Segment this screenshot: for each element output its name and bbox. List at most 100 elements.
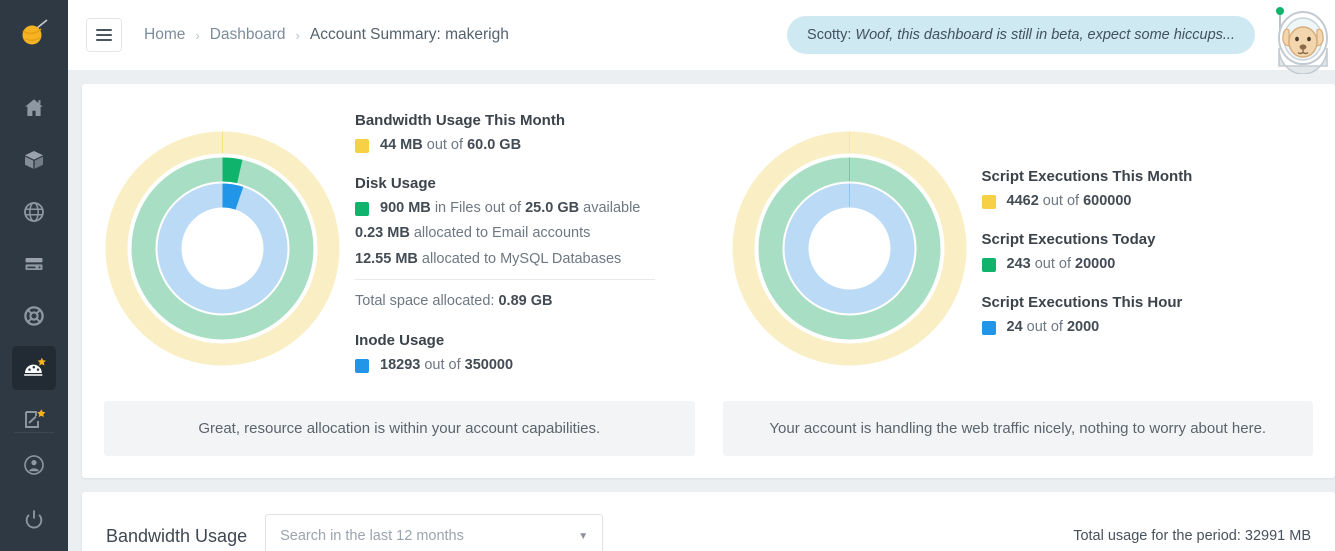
disk-mysql-value: 12.55 MB	[355, 251, 418, 267]
inode-title: Inode Usage	[355, 332, 445, 349]
exec-month-title: Script Executions This Month	[981, 168, 1193, 185]
exec-today-middle: out of	[1034, 256, 1072, 272]
inode-value-arc	[222, 183, 244, 210]
assistant-name: Scotty:	[807, 27, 852, 43]
exec-month-color-swatch	[981, 194, 996, 209]
inode-stat-line: 18293 out of 350000	[355, 356, 655, 375]
exec-hour-total: 2000	[1066, 319, 1100, 335]
exec-today-title: Script Executions Today	[981, 231, 1156, 248]
disk-total: 25.0 GB	[525, 200, 580, 216]
disk-email-value: 0.23 MB	[355, 225, 410, 241]
exec-today-total: 20000	[1075, 256, 1116, 272]
sidebar-nav	[0, 86, 68, 450]
exec-month-middle: out of	[1042, 193, 1080, 209]
power-logout-icon	[25, 510, 43, 529]
dashboard-gauge-star-icon	[24, 357, 46, 376]
hamburger-icon-bar	[96, 34, 112, 36]
breadcrumb-home[interactable]: Home	[144, 26, 185, 44]
sidebar-divider	[14, 432, 54, 433]
inode-middle: out of	[424, 357, 461, 373]
sidebar-item-domains[interactable]	[12, 190, 56, 234]
sidebar-item-products[interactable]	[12, 138, 56, 182]
breadcrumb-separator-icon: ›	[195, 27, 200, 43]
assistant-text: Woof, this dashboard is still in beta, e…	[855, 27, 1235, 43]
menu-toggle-button[interactable]	[86, 18, 122, 52]
bandwidth-usage-card: Bandwidth Usage Search in the last 12 mo…	[82, 492, 1335, 551]
exec-month-stat-line: 4462 out of 600000	[981, 192, 1193, 211]
bandwidth-title: Bandwidth Usage This Month	[355, 112, 565, 129]
exec-hour-track	[784, 183, 914, 314]
disk-value-arc	[222, 157, 243, 184]
main-area: Home › Dashboard › Account Summary: make…	[68, 0, 1335, 551]
content-area: Bandwidth Usage This Month 44 MB out of …	[68, 70, 1335, 551]
bandwidth-usage-title: Bandwidth Usage	[106, 525, 248, 546]
sidebar-item-logout[interactable]	[12, 497, 56, 541]
resource-usage-panel: Bandwidth Usage This Month 44 MB out of …	[82, 106, 709, 381]
assistant-message-bubble[interactable]: Scotty: Woof, this dashboard is still in…	[787, 16, 1255, 54]
total-space-label: Total space allocated:	[355, 293, 495, 309]
bandwidth-stat-line: 44 MB out of 60.0 GB	[355, 136, 655, 155]
disk-color-swatch	[355, 201, 369, 216]
breadcrumb-dashboard[interactable]: Dashboard	[210, 26, 286, 44]
globe-icon	[24, 202, 44, 222]
bandwidth-middle: out of	[426, 137, 464, 153]
resource-status-message: Great, resource allocation is within you…	[104, 401, 695, 456]
disk-mysql-line: 12.55 MB allocated to MySQL Databases	[355, 250, 655, 269]
bandwidth-usage-header: Bandwidth Usage Search in the last 12 mo…	[82, 492, 1335, 551]
breadcrumb: Home › Dashboard › Account Summary: make…	[144, 26, 509, 44]
home-icon	[25, 99, 43, 116]
sidebar-bottom-nav	[0, 426, 68, 551]
period-select[interactable]: Search in the last 12 months ▼	[265, 514, 604, 551]
chevron-down-icon: ▼	[578, 530, 589, 542]
resource-usage-donut-chart	[90, 106, 355, 381]
total-space-value: 0.89 GB	[498, 293, 553, 309]
total-space-line: Total space allocated: 0.89 GB	[355, 292, 655, 311]
resource-donut-svg	[105, 131, 340, 366]
exec-hour-title: Script Executions This Hour	[981, 294, 1183, 311]
exec-hour-used: 24	[1006, 319, 1023, 335]
summary-row: Bandwidth Usage This Month 44 MB out of …	[82, 84, 1335, 401]
avatar[interactable]	[1263, 2, 1335, 75]
summary-messages-row: Great, resource allocation is within you…	[82, 401, 1335, 478]
script-executions-panel: Script Executions This Month 4462 out of…	[709, 106, 1335, 381]
script-donut-svg	[732, 131, 966, 366]
top-header: Home › Dashboard › Account Summary: make…	[68, 0, 1335, 75]
bandwidth-color-swatch	[355, 138, 369, 153]
sidebar-item-support[interactable]	[12, 294, 56, 338]
resource-usage-legend: Bandwidth Usage This Month 44 MB out of …	[355, 106, 655, 381]
stats-divider	[355, 279, 655, 280]
breadcrumb-current: Account Summary: makerigh	[309, 26, 509, 43]
sidebar-logo[interactable]	[0, 0, 68, 66]
exec-month-used: 4462	[1006, 193, 1039, 209]
exec-today-color-swatch	[981, 257, 996, 272]
disk-email-label: allocated to Email accounts	[413, 225, 591, 241]
bandwidth-used: 44 MB	[380, 137, 423, 153]
hamburger-icon-bar	[96, 29, 112, 31]
sidebar	[0, 0, 68, 551]
sidebar-item-home[interactable]	[12, 86, 56, 130]
sidebar-item-dashboard[interactable]	[12, 346, 56, 390]
exec-today-stat-line: 243 out of 20000	[981, 255, 1193, 274]
disk-middle: in Files out of	[434, 200, 522, 216]
inode-color-swatch	[355, 358, 369, 373]
exec-hour-middle: out of	[1026, 319, 1063, 335]
disk-stat-line: 900 MB in Files out of 25.0 GB available	[355, 199, 655, 218]
inode-used: 18293	[380, 357, 421, 373]
sidebar-item-hosting[interactable]	[12, 242, 56, 286]
breadcrumb-separator-icon: ›	[295, 27, 300, 43]
script-executions-donut-chart	[717, 106, 982, 381]
exec-month-total: 600000	[1083, 193, 1132, 209]
lifebuoy-support-icon	[24, 306, 44, 326]
period-select-value: Search in the last 12 months	[280, 528, 464, 544]
astronaut-dog-avatar-icon	[1276, 7, 1328, 75]
box-package-icon	[25, 151, 43, 169]
orange-planet-logo-icon	[22, 19, 48, 45]
sidebar-item-account[interactable]	[12, 443, 56, 487]
account-summary-card: Bandwidth Usage This Month 44 MB out of …	[82, 84, 1335, 478]
total-usage-text: Total usage for the period: 32991 MB	[1073, 528, 1311, 544]
disk-email-line: 0.23 MB allocated to Email accounts	[355, 224, 655, 243]
